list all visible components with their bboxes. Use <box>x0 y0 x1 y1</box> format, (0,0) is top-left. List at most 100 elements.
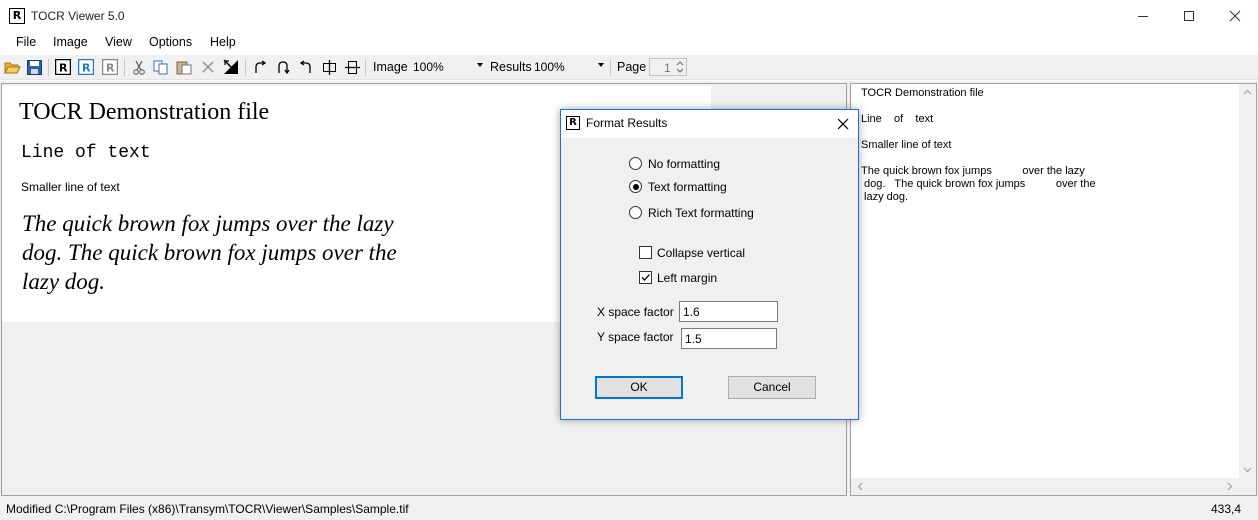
cursor-coordinates: 433,4 <box>1210 502 1241 516</box>
cancel-button[interactable]: Cancel <box>728 376 816 399</box>
window-title: TOCR Viewer 5.0 <box>31 9 125 23</box>
scroll-corner <box>1239 478 1256 495</box>
dialog-app-icon: R <box>566 116 580 130</box>
horizontal-scrollbar[interactable] <box>851 478 1239 495</box>
menu-bar: File Image View Options Help <box>0 31 1258 54</box>
menu-view[interactable]: View <box>105 35 132 49</box>
deskew-icon <box>223 59 238 74</box>
chevron-down-icon <box>477 63 483 67</box>
rotate-left-button[interactable] <box>297 58 315 76</box>
delete-icon <box>202 61 214 73</box>
doc-paragraph-line: The quick brown fox jumps over the lazy <box>22 211 394 236</box>
scissors-icon <box>133 60 145 75</box>
results-zoom-select[interactable]: 100% <box>532 58 606 76</box>
flip-vertical-icon <box>344 60 360 74</box>
scroll-up-icon <box>1243 89 1252 95</box>
result-line: TOCR Demonstration file <box>861 87 984 99</box>
radio-text-formatting-label: Text formatting <box>648 180 727 194</box>
image-zoom-value: 100% <box>413 60 444 74</box>
x-space-field[interactable]: 1.6 <box>679 301 778 322</box>
copy-icon <box>153 60 168 74</box>
menu-file[interactable]: File <box>16 35 36 49</box>
svg-text:R: R <box>59 62 68 75</box>
flip-horizontal-icon <box>322 59 336 75</box>
status-bar: Modified C:\Program Files (x86)\Transym\… <box>0 497 1258 520</box>
x-space-label: X space factor <box>597 305 674 319</box>
doc-line-of-text: Line of text <box>21 143 151 163</box>
results-zoom-value: 100% <box>534 60 565 74</box>
title-bar: R TOCR Viewer 5.0 <box>0 0 1258 31</box>
dialog-title-bar: R Format Results <box>561 110 858 138</box>
save-button[interactable] <box>25 58 43 76</box>
dialog-title: Format Results <box>586 116 668 130</box>
vertical-scrollbar[interactable] <box>1239 84 1256 478</box>
rotate-right-icon <box>255 60 267 73</box>
left-margin-label: Left margin <box>657 271 718 285</box>
rotate-180-button[interactable] <box>274 58 292 76</box>
image-zoom-label: Image <box>373 60 408 74</box>
cut-button[interactable] <box>130 58 148 76</box>
save-icon <box>26 59 42 75</box>
recognize-icon: R <box>55 59 71 75</box>
rotate-left-icon <box>299 60 311 73</box>
collapse-vertical-label: Collapse vertical <box>657 246 746 260</box>
format-results-dialog: R Format Results No formatting Text form… <box>560 109 859 420</box>
results-pane[interactable]: TOCR Demonstration file Line of text Sma… <box>850 83 1257 496</box>
svg-text:R: R <box>106 62 115 75</box>
flip-horizontal-button[interactable] <box>320 58 338 76</box>
delete-button[interactable] <box>199 58 217 76</box>
checkmark-icon <box>641 274 650 281</box>
chevron-down-icon <box>598 63 604 67</box>
folder-open-icon <box>3 62 21 73</box>
rotate-right-button[interactable] <box>251 58 269 76</box>
recognize-region-button[interactable]: R <box>101 58 119 76</box>
ok-button[interactable]: OK <box>595 376 683 399</box>
radio-no-formatting[interactable] <box>629 157 642 170</box>
results-zoom-label: Results <box>490 60 532 74</box>
app-icon: R <box>9 8 25 24</box>
radio-rich-text-formatting-label: Rich Text formatting <box>648 206 754 220</box>
scroll-down-icon <box>1243 467 1252 473</box>
flip-vertical-button[interactable] <box>343 58 361 76</box>
maximize-button[interactable] <box>1166 0 1212 31</box>
menu-help[interactable]: Help <box>210 35 236 49</box>
collapse-vertical-checkbox[interactable] <box>639 246 652 259</box>
left-margin-checkbox[interactable] <box>639 271 652 284</box>
paste-button[interactable] <box>175 58 193 76</box>
image-zoom-select[interactable]: 100% <box>411 58 485 76</box>
spinner-arrows-icon <box>676 61 684 73</box>
scroll-right-icon <box>1227 482 1233 491</box>
page-label: Page <box>617 60 647 74</box>
status-text: Modified C:\Program Files (x86)\Transym\… <box>6 502 409 516</box>
page-value: 1 <box>664 61 671 75</box>
y-space-field[interactable]: 1.5 <box>681 328 777 349</box>
minimize-button[interactable] <box>1120 0 1166 31</box>
doc-title: TOCR Demonstration file <box>19 99 270 125</box>
recognize-region-icon: R <box>102 59 118 75</box>
menu-options[interactable]: Options <box>149 35 192 49</box>
maximize-icon <box>1184 10 1194 21</box>
close-button[interactable] <box>1212 0 1258 31</box>
scroll-left-icon <box>857 482 863 491</box>
minimize-icon <box>1138 15 1148 17</box>
menu-image[interactable]: Image <box>53 35 88 49</box>
doc-smaller-line: Smaller line of text <box>21 180 120 194</box>
result-line: dog. The quick brown fox jumps over the <box>861 178 1096 190</box>
copy-button[interactable] <box>152 58 170 76</box>
recognize-button[interactable]: R <box>54 58 72 76</box>
result-line: Smaller line of text <box>861 139 952 151</box>
svg-text:R: R <box>82 62 91 75</box>
result-line: lazy dog. <box>861 191 909 203</box>
open-button[interactable] <box>3 58 21 76</box>
y-space-label: Y space factor <box>597 330 674 344</box>
rotate-180-icon <box>278 61 290 74</box>
radio-text-formatting[interactable] <box>629 180 642 193</box>
close-icon <box>1229 10 1241 21</box>
deskew-button[interactable] <box>222 58 240 76</box>
result-line: The quick brown fox jumps over the lazy <box>861 165 1085 177</box>
recognize-all-button[interactable]: R <box>77 58 95 76</box>
page-spinner[interactable]: 1 <box>649 58 687 76</box>
result-line: Line of text <box>861 113 934 125</box>
dialog-close-button[interactable] <box>834 115 852 133</box>
radio-rich-text-formatting[interactable] <box>629 206 642 219</box>
